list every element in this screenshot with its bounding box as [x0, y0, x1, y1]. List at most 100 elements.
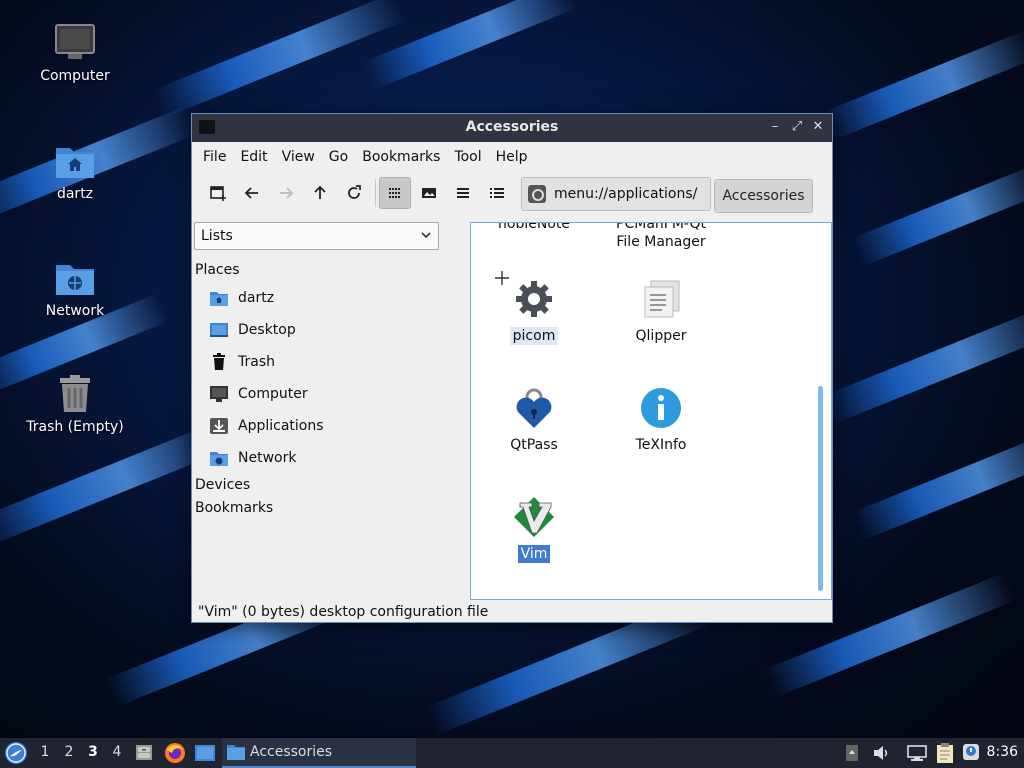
back-button[interactable]	[236, 177, 268, 209]
menu-view[interactable]: View	[275, 149, 322, 165]
reload-icon	[348, 185, 361, 199]
desktop-icon-trash[interactable]: Trash (Empty)	[20, 373, 130, 435]
sidebar-item-dartz[interactable]: dartz	[209, 286, 274, 310]
side-pane-mode-select[interactable]: Lists	[194, 222, 439, 250]
home-folder-icon	[210, 292, 228, 306]
file-cabinet-icon	[136, 745, 152, 760]
menu-tool[interactable]: Tool	[447, 149, 488, 165]
workspace-3[interactable]: 3	[84, 744, 102, 760]
up-icon	[314, 185, 326, 199]
start-menu-button[interactable]	[4, 741, 28, 765]
lubuntu-logo-icon	[5, 742, 27, 764]
desktop-icon	[195, 745, 215, 761]
bookmarks-header[interactable]: Bookmarks	[195, 500, 273, 516]
file-view[interactable]: nobleNote PCManFM-Qt File Manager picom …	[470, 222, 832, 600]
file-item-qtpass[interactable]: QtPass	[471, 386, 597, 454]
file-item-label: Qlipper	[635, 328, 687, 344]
desktop-icon-label: Trash (Empty)	[26, 419, 124, 435]
location-icon	[528, 185, 546, 203]
vim-icon	[512, 495, 556, 539]
thumbnail-view-icon	[422, 188, 436, 198]
network-status-icon[interactable]	[906, 744, 928, 762]
trash-icon	[54, 373, 96, 415]
detailed-list-icon	[490, 188, 504, 198]
minimize-button[interactable]: –	[766, 118, 784, 136]
monitor-icon	[54, 22, 96, 64]
file-item-noblenote[interactable]: nobleNote	[471, 222, 597, 233]
forward-button[interactable]	[270, 177, 302, 209]
menu-file[interactable]: File	[196, 149, 233, 165]
file-item-label: picom	[509, 327, 559, 345]
file-item-qlipper[interactable]: Qlipper	[598, 277, 724, 345]
notification-icon[interactable]	[961, 742, 981, 762]
taskbar-window-label: Accessories	[250, 744, 333, 760]
forward-icon	[280, 187, 294, 199]
taskbar-window-accessories[interactable]: Accessories	[222, 738, 416, 768]
menu-help[interactable]: Help	[489, 149, 535, 165]
sidebar-item-label: dartz	[238, 290, 275, 306]
sidebar-item-network[interactable]: Network	[209, 446, 296, 470]
breadcrumb-accessories[interactable]: Accessories	[714, 179, 813, 213]
chevron-down-icon	[420, 223, 432, 258]
desktop-icon-dartz[interactable]: dartz	[20, 140, 130, 202]
volume-icon[interactable]	[872, 744, 890, 762]
sidebar-item-label: Network	[238, 450, 297, 466]
location-bar[interactable]: menu://applications/	[521, 177, 711, 211]
new-tab-button[interactable]	[202, 177, 234, 209]
file-item-pcmanfm-qt[interactable]: PCManFM-Qt File Manager	[598, 223, 724, 251]
show-desktop-button[interactable]	[194, 743, 216, 763]
close-button[interactable]: ✕	[809, 118, 827, 136]
compact-view-button[interactable]	[447, 177, 479, 209]
clock[interactable]: 8:36	[987, 744, 1018, 760]
file-item-label: nobleNote	[498, 222, 570, 232]
toolbar-separator	[375, 179, 376, 207]
workspace-2[interactable]: 2	[60, 744, 78, 760]
clipboard-tray-icon[interactable]	[935, 742, 955, 764]
sidebar: Lists Places dartz Desktop Trash Compute…	[192, 214, 470, 602]
menu-bookmarks[interactable]: Bookmarks	[355, 149, 447, 165]
menu-edit[interactable]: Edit	[233, 149, 274, 165]
firefox-launcher[interactable]	[164, 742, 186, 764]
network-folder-icon	[210, 452, 228, 466]
location-text: menu://applications/	[554, 186, 698, 202]
tray-up-icon[interactable]	[845, 744, 859, 762]
workspace-4[interactable]: 4	[108, 744, 126, 760]
menu-go[interactable]: Go	[322, 149, 355, 165]
workspace-1[interactable]: 1	[36, 744, 54, 760]
desktop-icon-computer[interactable]: Computer	[20, 22, 130, 84]
sidebar-item-desktop[interactable]: Desktop	[209, 318, 296, 342]
sidebar-item-trash[interactable]: Trash	[209, 350, 275, 374]
taskbar: 1 2 3 4 Accessories 8:36	[0, 738, 1024, 768]
new-tab-icon	[210, 186, 226, 201]
sidebar-item-label: Computer	[238, 386, 308, 402]
desktop-icon-label: Network	[45, 303, 105, 319]
places-header[interactable]: Places	[195, 262, 240, 278]
sidebar-item-label: Applications	[238, 418, 324, 434]
desktop-icon-network[interactable]: Network	[20, 257, 130, 319]
reload-button[interactable]	[338, 177, 370, 209]
vertical-scrollbar[interactable]	[818, 386, 823, 591]
clipboard-icon	[639, 277, 683, 321]
window-titlebar[interactable]: Accessories – ⤢ ✕	[192, 114, 832, 142]
file-manager-window: Accessories – ⤢ ✕ File Edit View Go Book…	[191, 113, 833, 623]
side-pane-mode-value: Lists	[201, 228, 233, 244]
maximize-button[interactable]: ⤢	[788, 118, 806, 136]
sidebar-item-applications[interactable]: Applications	[209, 414, 324, 438]
thumbnail-view-button[interactable]	[413, 177, 445, 209]
sidebar-item-computer[interactable]: Computer	[209, 382, 308, 406]
file-item-vim[interactable]: Vim	[471, 495, 597, 563]
icon-view-button[interactable]	[379, 177, 411, 209]
home-folder-icon	[54, 140, 96, 182]
detailed-list-button[interactable]	[481, 177, 513, 209]
file-item-picom[interactable]: picom	[471, 277, 597, 345]
devices-header[interactable]: Devices	[195, 477, 250, 493]
file-item-label: Vim	[517, 545, 551, 563]
file-item-texinfo[interactable]: TeXInfo	[598, 386, 724, 454]
desktop-icon	[210, 323, 228, 337]
computer-icon	[210, 386, 228, 402]
lock-heart-icon	[512, 386, 556, 430]
compact-view-icon	[457, 188, 469, 198]
file-manager-launcher[interactable]	[134, 742, 154, 762]
desktop-icon-label: Computer	[40, 68, 110, 84]
up-button[interactable]	[304, 177, 336, 209]
